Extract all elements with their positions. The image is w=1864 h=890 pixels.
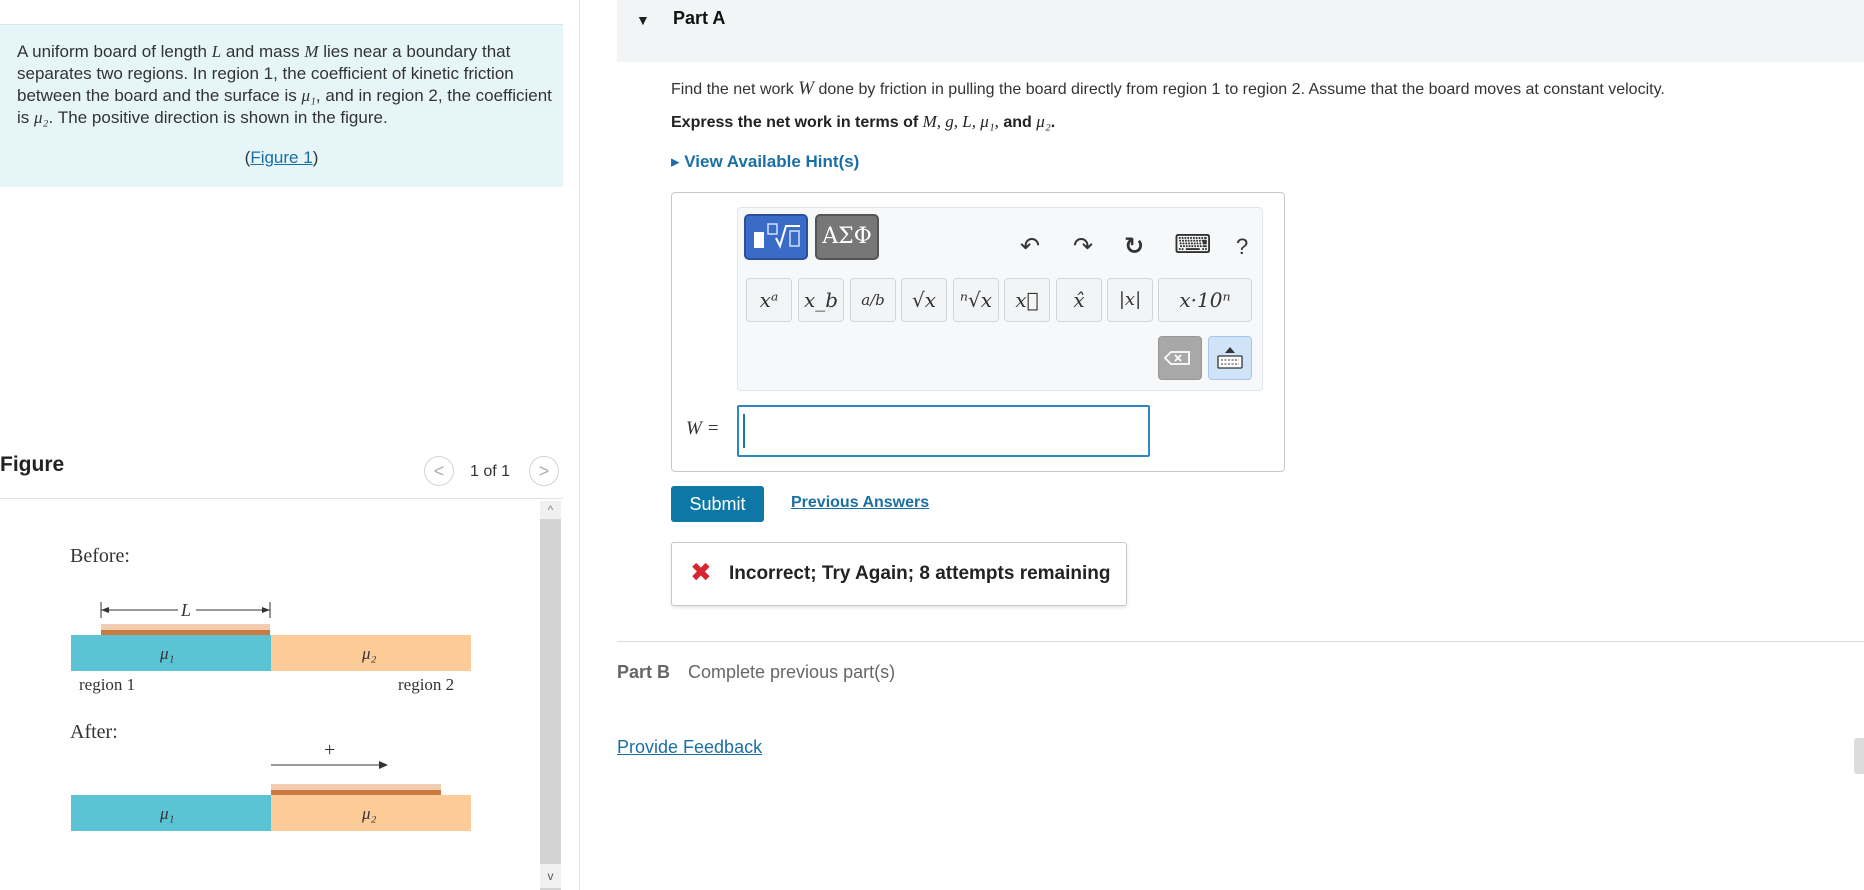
text-cursor	[743, 414, 745, 448]
nth-root-button[interactable]: ⁿ√x	[953, 278, 999, 322]
answer-label: W =	[686, 418, 719, 440]
part-a-header[interactable]	[617, 0, 1864, 62]
problem-text-part: . The positive direction is shown in the…	[48, 108, 388, 127]
express-part: Express the net work in terms of	[671, 114, 923, 131]
provide-feedback-link[interactable]: Provide Feedback	[617, 737, 762, 758]
length-arrow-right	[262, 607, 270, 613]
after-label: After:	[70, 721, 118, 743]
redo-icon[interactable]: ↷	[1073, 232, 1093, 261]
mu1-label-after: μ₁	[159, 804, 174, 823]
mu2-label-after: μ₂	[361, 804, 377, 823]
before-label: Before:	[70, 545, 130, 567]
side-panel-tab[interactable]	[1854, 738, 1864, 774]
figure-scrollbar-track[interactable]	[540, 501, 561, 890]
feedback-message: Incorrect; Try Again; 8 attempts remaini…	[729, 563, 1111, 584]
problem-text-part: and mass	[221, 42, 305, 61]
mu2-label-before: μ₂	[361, 644, 377, 663]
problem-statement-box: A uniform board of length L and mass M l…	[0, 24, 563, 187]
length-arrow-left	[101, 607, 109, 613]
templates-button[interactable]	[744, 214, 808, 260]
direction-arrowhead	[379, 761, 388, 769]
fraction-button[interactable]: a/b	[850, 278, 896, 322]
scroll-up-icon[interactable]: ^	[540, 501, 561, 519]
figure-diagram: Before: L μ₁ μ₂ region 1 region 2 After:…	[70, 545, 471, 831]
math-mu1: μ₁	[301, 86, 316, 105]
figure-divider	[0, 498, 563, 499]
sqrt-button[interactable]: √x	[901, 278, 947, 322]
pane-divider[interactable]	[579, 0, 580, 890]
scientific-notation-button[interactable]: x·10ⁿ	[1158, 278, 1252, 322]
part-b-status: Complete previous part(s)	[688, 662, 896, 682]
previous-answers-link[interactable]: Previous Answers	[791, 494, 929, 512]
express-mu2: μ₂	[1036, 112, 1051, 131]
incorrect-x-icon: ✖	[690, 557, 712, 587]
figure-title: Figure	[0, 453, 65, 476]
region1-label: region 1	[79, 675, 135, 694]
templates-icon	[754, 223, 800, 249]
view-hints-link[interactable]: ▸ View Available Hint(s)	[671, 152, 859, 172]
figure-link[interactable]: Figure 1	[250, 148, 312, 167]
math-work: W	[798, 78, 814, 99]
region2-label: region 2	[398, 675, 454, 694]
greek-symbols-button[interactable]: ΑΣΦ	[815, 214, 879, 260]
board-after-edge	[271, 790, 441, 795]
keyboard-toggle-icon	[1217, 347, 1243, 369]
keyboard-shortcuts-icon[interactable]: ⌨	[1174, 229, 1212, 260]
backspace-icon	[1163, 351, 1190, 365]
express-part: .	[1050, 114, 1056, 131]
math-mu2: μ₂	[34, 108, 49, 127]
problem-pane: A uniform board of length L and mass M l…	[0, 0, 580, 890]
backspace-button[interactable]	[1158, 336, 1202, 380]
math-length: L	[211, 42, 222, 61]
math-mass: M	[304, 42, 319, 61]
scroll-down-icon[interactable]: v	[540, 864, 561, 888]
submit-button[interactable]: Submit	[671, 486, 764, 522]
board-before-edge	[101, 630, 270, 635]
figure-next-button[interactable]: >	[529, 456, 559, 486]
answer-input[interactable]	[737, 405, 1150, 457]
figure-counter: 1 of 1	[470, 463, 511, 480]
answer-label-text: W =	[686, 418, 720, 439]
unit-vector-button[interactable]: x̂	[1056, 278, 1102, 322]
help-icon[interactable]: ?	[1236, 234, 1248, 260]
question-text: Find the net work W done by friction in …	[671, 78, 1665, 100]
superscript-button[interactable]: xᵃ	[746, 278, 792, 322]
undo-icon[interactable]: ↶	[1020, 232, 1040, 261]
figure-link-wrap: (Figure 1)	[244, 148, 319, 167]
absolute-value-button[interactable]: |x|	[1107, 278, 1153, 322]
problem-text: A uniform board of length L and mass M l…	[17, 41, 552, 129]
express-instruction: Express the net work in terms of M, g, L…	[671, 112, 1055, 132]
express-vars: M, g, L, μ₁,	[922, 112, 999, 131]
toggle-keyboard-button[interactable]	[1208, 336, 1252, 380]
vector-button[interactable]: x⃗	[1004, 278, 1050, 322]
express-part: and	[998, 114, 1037, 131]
part-divider	[617, 641, 1864, 642]
question-part: done by friction in pulling the board di…	[814, 81, 1665, 98]
part-b-title: Part B	[617, 662, 671, 682]
subscript-button[interactable]: x_b	[798, 278, 844, 322]
figure-prev-button[interactable]: <	[424, 456, 454, 486]
part-a-title[interactable]: Part A	[673, 8, 725, 29]
mu1-label-before: μ₁	[159, 644, 174, 663]
positive-sign: +	[324, 739, 335, 761]
question-part: Find the net work	[671, 81, 799, 98]
collapse-caret-icon[interactable]: ▼	[636, 12, 650, 28]
problem-text-part: A uniform board of length	[17, 42, 212, 61]
length-label: L	[180, 600, 191, 620]
reset-icon[interactable]: ↻	[1124, 232, 1144, 261]
